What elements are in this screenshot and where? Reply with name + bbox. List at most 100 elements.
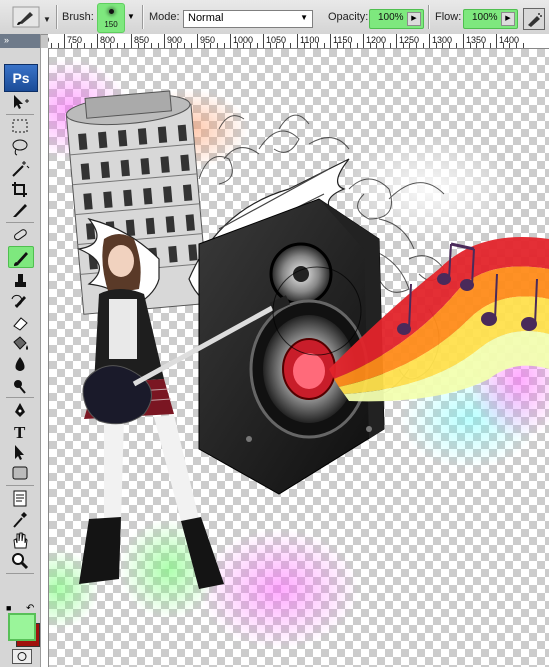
path-selection-tool-icon[interactable]	[8, 442, 32, 462]
ruler-minor-tick	[276, 43, 277, 48]
lasso-tool-icon[interactable]	[8, 137, 32, 157]
ruler-major-tick	[297, 34, 298, 48]
ruler-minor-tick	[77, 43, 78, 48]
ruler-label: 850	[134, 35, 150, 45]
svg-text:T: T	[14, 423, 26, 441]
magic-wand-tool-icon[interactable]	[8, 158, 32, 178]
ruler-minor-tick	[250, 43, 251, 48]
ruler-minor-tick	[124, 43, 125, 48]
ruler-major-tick	[131, 34, 132, 48]
history-brush-tool-icon[interactable]	[8, 291, 32, 311]
eraser-tool-icon[interactable]	[8, 312, 32, 332]
ruler-minor-tick	[476, 43, 477, 48]
tool-preset-picker[interactable]: ▼	[12, 6, 51, 28]
shape-tool-icon[interactable]	[8, 463, 32, 483]
dodge-tool-icon[interactable]	[8, 375, 32, 395]
opacity-value: 100%	[378, 12, 404, 23]
document-canvas[interactable]	[49, 49, 549, 667]
ruler-minor-tick	[523, 43, 524, 48]
ruler-major-tick	[396, 34, 397, 48]
brush-picker[interactable]: 150	[97, 3, 125, 33]
slice-tool-icon[interactable]	[8, 200, 32, 220]
ruler-minor-tick	[144, 43, 145, 48]
ruler-minor-tick	[237, 43, 238, 48]
ruler-minor-tick	[509, 43, 510, 48]
opacity-slider-button[interactable]: ▶	[407, 12, 421, 26]
brush-preset-icon	[12, 6, 40, 28]
ruler-minor-tick	[416, 43, 417, 48]
ruler-minor-tick	[357, 43, 358, 48]
ruler-minor-tick	[224, 43, 225, 48]
ruler-minor-tick	[503, 43, 504, 48]
ruler-major-tick	[429, 34, 430, 48]
artwork	[49, 59, 549, 649]
default-colors-icon[interactable]: ■	[6, 603, 11, 613]
options-bar: ▼ Brush: 150 ▼ Mode: Normal ▼ Opacity: 1…	[0, 0, 549, 35]
type-tool-icon[interactable]: T	[8, 421, 32, 441]
ruler-major-tick	[330, 34, 331, 48]
vertical-ruler	[40, 48, 49, 667]
ruler-major-tick	[363, 34, 364, 48]
ruler-minor-tick	[409, 43, 410, 48]
ruler-minor-tick	[91, 43, 92, 48]
color-swatches: ■ ↶	[4, 603, 40, 649]
flow-slider-button[interactable]: ▶	[501, 12, 515, 26]
quick-mask-button[interactable]	[12, 649, 32, 664]
ruler-minor-tick	[270, 43, 271, 48]
ruler-minor-tick	[337, 43, 338, 48]
ruler-minor-tick	[283, 43, 284, 48]
chevron-down-icon[interactable]: ▼	[43, 15, 51, 24]
notes-tool-icon[interactable]	[8, 488, 32, 508]
ruler-label: 950	[200, 35, 216, 45]
crop-tool-icon[interactable]	[8, 179, 32, 199]
ruler-major-tick	[230, 34, 231, 48]
ruler-major-tick	[97, 34, 98, 48]
ruler-minor-tick	[403, 43, 404, 48]
clone-stamp-tool-icon[interactable]	[8, 270, 32, 290]
ruler-major-tick	[496, 34, 497, 48]
move-tool-icon[interactable]	[8, 92, 32, 112]
ruler-minor-tick	[191, 43, 192, 48]
blur-tool-icon[interactable]	[8, 354, 32, 374]
ruler-minor-tick	[390, 43, 391, 48]
paint-bucket-tool-icon[interactable]	[8, 333, 32, 353]
ruler-minor-tick	[449, 43, 450, 48]
foreground-color-swatch[interactable]	[8, 613, 36, 641]
opacity-field[interactable]: 100% ▶	[369, 9, 424, 29]
ruler-minor-tick	[204, 43, 205, 48]
ruler-minor-tick	[257, 43, 258, 48]
ruler-minor-tick	[110, 43, 111, 48]
airbrush-toggle-button[interactable]	[523, 8, 545, 30]
ruler-minor-tick	[290, 43, 291, 48]
brush-picker-chevron-icon[interactable]: ▼	[127, 12, 135, 21]
hand-tool-icon[interactable]	[8, 530, 32, 550]
ruler-minor-tick	[58, 43, 59, 48]
toolbox-grip[interactable]: »	[0, 34, 40, 48]
pen-tool-icon[interactable]	[8, 400, 32, 420]
mode-select[interactable]: Normal ▼	[183, 10, 313, 28]
ruler-minor-tick	[516, 43, 517, 48]
ruler-minor-tick	[117, 43, 118, 48]
ruler-minor-tick	[171, 43, 172, 48]
ruler-minor-tick	[158, 43, 159, 48]
ruler-minor-tick	[177, 43, 178, 48]
ruler-minor-tick	[456, 43, 457, 48]
quick-mask-icon	[17, 652, 27, 661]
chevron-down-icon: ▼	[300, 13, 308, 22]
brush-tool-icon[interactable]	[8, 246, 34, 268]
ruler-minor-tick	[310, 43, 311, 48]
zoom-tool-icon[interactable]	[8, 551, 32, 571]
eyedropper-tool-icon[interactable]	[8, 509, 32, 529]
healing-brush-tool-icon[interactable]	[8, 225, 32, 245]
photoshop-logo[interactable]: Ps	[4, 64, 38, 92]
flow-value: 100%	[472, 12, 498, 23]
ruler-minor-tick	[350, 43, 351, 48]
ruler-label: 800	[100, 35, 116, 45]
ruler-major-tick	[64, 34, 65, 48]
flow-field[interactable]: 100% ▶	[463, 9, 518, 29]
flow-label: Flow:	[435, 11, 462, 23]
brush-tip-icon	[109, 9, 114, 14]
ruler-minor-tick	[151, 43, 152, 48]
marquee-tool-icon[interactable]	[8, 116, 32, 136]
ruler-minor-tick	[483, 43, 484, 48]
